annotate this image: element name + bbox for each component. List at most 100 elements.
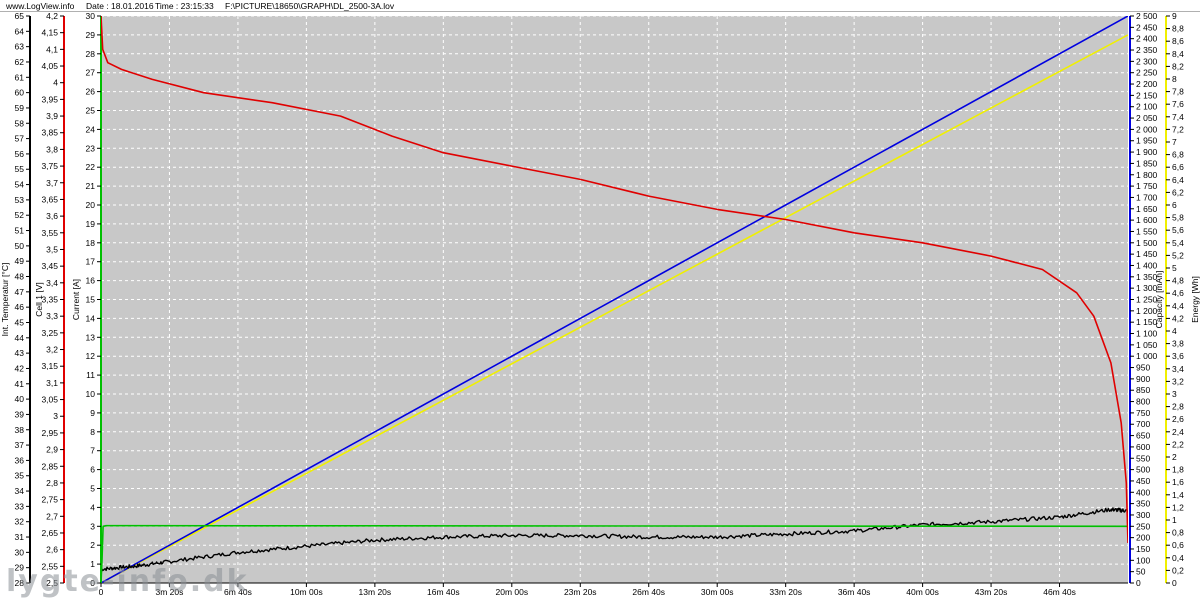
capacity-tick-label: 1 100 — [1136, 329, 1158, 339]
energy-tick-label: 3,6 — [1172, 351, 1184, 361]
temperature-tick-label: 64 — [15, 26, 25, 36]
temperature-tick-label: 30 — [15, 547, 25, 557]
capacity-tick-label: 100 — [1136, 555, 1150, 565]
temperature-tick-label: 38 — [15, 425, 25, 435]
temperature-tick-label: 46 — [15, 302, 25, 312]
energy-tick-label: 2,8 — [1172, 402, 1184, 412]
capacity-tick-label: 650 — [1136, 431, 1150, 441]
current-tick-label: 15 — [86, 295, 96, 305]
current-tick-label: 25 — [86, 106, 96, 116]
temperature-tick-label: 47 — [15, 287, 25, 297]
energy-tick-label: 1,8 — [1172, 465, 1184, 475]
temperature-tick-label: 42 — [15, 363, 25, 373]
temperature-tick-label: 55 — [15, 164, 25, 174]
voltage-tick-label: 4,15 — [41, 28, 58, 38]
energy-tick-label: 8,4 — [1172, 49, 1184, 59]
temperature-tick-label: 39 — [15, 409, 25, 419]
current-tick-label: 14 — [86, 313, 96, 323]
capacity-tick-label: 1 000 — [1136, 351, 1158, 361]
voltage-tick-label: 3,1 — [46, 378, 58, 388]
capacity-tick-label: 800 — [1136, 397, 1150, 407]
current-tick-label: 13 — [86, 332, 96, 342]
temperature-tick-label: 57 — [15, 134, 25, 144]
voltage-tick-label: 2,85 — [41, 461, 58, 471]
temperature-tick-label: 54 — [15, 180, 25, 190]
current-tick-label: 10 — [86, 389, 96, 399]
energy-tick-label: 9 — [1172, 11, 1177, 21]
header-file: F:\PICTURE\18650\GRAPH\DL_2500-3A.lov — [225, 1, 395, 11]
header-date: Date : 18.01.2016 — [86, 1, 154, 11]
capacity-tick-label: 1 950 — [1136, 136, 1158, 146]
energy-tick-label: 8 — [1172, 74, 1177, 84]
capacity-tick-label: 950 — [1136, 363, 1150, 373]
energy-tick-label: 5,4 — [1172, 238, 1184, 248]
voltage-tick-label: 3,95 — [41, 94, 58, 104]
temperature-tick-label: 58 — [15, 118, 25, 128]
voltage-tick-label: 4,2 — [46, 11, 58, 21]
voltage-tick-label: 3,8 — [46, 144, 58, 154]
temperature-tick-label: 35 — [15, 471, 25, 481]
voltage-tick-label: 3,5 — [46, 244, 58, 254]
current-tick-label: 2 — [90, 540, 95, 550]
capacity-tick-label: 0 — [1136, 578, 1141, 588]
energy-tick-label: 3,4 — [1172, 364, 1184, 374]
voltage-tick-label: 3,55 — [41, 228, 58, 238]
temperature-tick-label: 65 — [15, 11, 25, 21]
x-tick-label: 30m 00s — [701, 587, 734, 597]
energy-tick-label: 0,2 — [1172, 565, 1184, 575]
voltage-tick-label: 2,8 — [46, 478, 58, 488]
temperature-tick-label: 53 — [15, 195, 25, 205]
capacity-tick-label: 700 — [1136, 419, 1150, 429]
voltage-tick-label: 3,75 — [41, 161, 58, 171]
capacity-tick-label: 1 500 — [1136, 238, 1158, 248]
capacity-tick-label: 2 350 — [1136, 45, 1158, 55]
energy-tick-label: 4 — [1172, 326, 1177, 336]
voltage-tick-label: 3,85 — [41, 128, 58, 138]
current-tick-label: 20 — [86, 200, 96, 210]
energy-tick-label: 1 — [1172, 515, 1177, 525]
x-tick-label: 26m 40s — [632, 587, 665, 597]
temperature-tick-label: 32 — [15, 517, 25, 527]
energy-tick-label: 5,2 — [1172, 250, 1184, 260]
capacity-tick-label: 900 — [1136, 374, 1150, 384]
capacity-tick-label: 500 — [1136, 465, 1150, 475]
voltage-tick-label: 3,6 — [46, 211, 58, 221]
temperature-tick-label: 33 — [15, 501, 25, 511]
energy-tick-label: 5,6 — [1172, 225, 1184, 235]
capacity-tick-label: 50 — [1136, 567, 1146, 577]
discharge-chart: www.LogView.info Date : 18.01.2016 Time … — [0, 0, 1200, 600]
energy-tick-label: 8,2 — [1172, 61, 1184, 71]
energy-tick-label: 3 — [1172, 389, 1177, 399]
energy-tick-label: 1,4 — [1172, 490, 1184, 500]
capacity-axis-title: Capacity [mAh] — [1154, 271, 1164, 329]
current-tick-label: 30 — [86, 11, 96, 21]
current-tick-label: 16 — [86, 276, 96, 286]
x-tick-label: 46m 40s — [1043, 587, 1076, 597]
energy-tick-label: 1,2 — [1172, 502, 1184, 512]
capacity-tick-label: 1 800 — [1136, 170, 1158, 180]
current-tick-label: 17 — [86, 257, 96, 267]
temperature-tick-label: 31 — [15, 532, 25, 542]
energy-tick-label: 6,4 — [1172, 175, 1184, 185]
energy-tick-label: 2,4 — [1172, 427, 1184, 437]
energy-tick-label: 0,6 — [1172, 540, 1184, 550]
temperature-tick-label: 61 — [15, 72, 25, 82]
voltage-tick-label: 3,45 — [41, 261, 58, 271]
energy-tick-label: 6,8 — [1172, 150, 1184, 160]
current-axis-title: Current [A] — [71, 279, 81, 320]
voltage-axis-title: Cell 1 [V] — [34, 282, 44, 317]
capacity-tick-label: 850 — [1136, 385, 1150, 395]
temperature-tick-label: 52 — [15, 210, 25, 220]
voltage-tick-label: 3,3 — [46, 311, 58, 321]
capacity-tick-label: 1 700 — [1136, 192, 1158, 202]
temperature-tick-label: 56 — [15, 149, 25, 159]
x-tick-label: 23m 20s — [564, 587, 597, 597]
capacity-tick-label: 150 — [1136, 544, 1150, 554]
current-tick-label: 27 — [86, 68, 96, 78]
current-tick-label: 24 — [86, 124, 96, 134]
voltage-tick-label: 3,7 — [46, 178, 58, 188]
energy-tick-label: 0 — [1172, 578, 1177, 588]
energy-tick-label: 4,8 — [1172, 276, 1184, 286]
energy-tick-label: 7,4 — [1172, 112, 1184, 122]
voltage-tick-label: 2,9 — [46, 445, 58, 455]
